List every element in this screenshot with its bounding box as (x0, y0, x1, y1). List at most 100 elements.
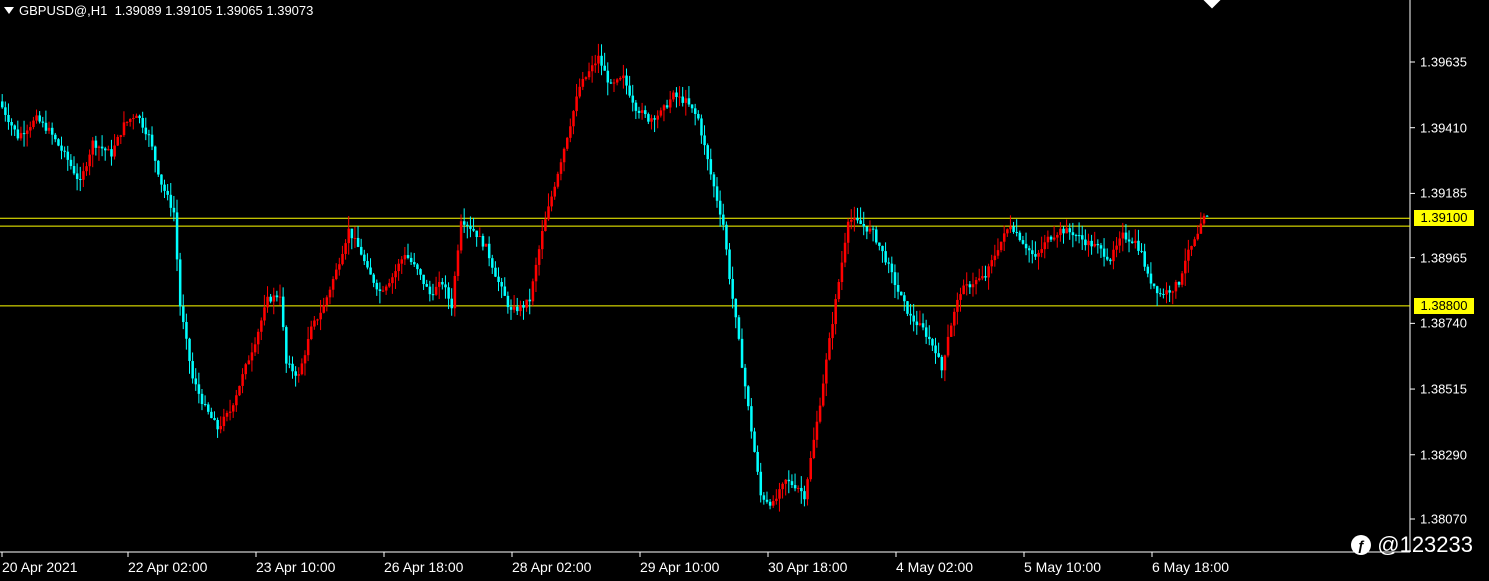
candle-bear (709, 159, 713, 175)
candle-bear (44, 122, 48, 131)
candle-bear (528, 299, 532, 302)
candle-bull (459, 221, 463, 251)
candle-bear (865, 226, 869, 232)
candle-bear (734, 298, 738, 318)
candle-bear (600, 55, 603, 66)
candle-bull (300, 363, 304, 375)
candle-bear (634, 102, 638, 111)
candle-bull (672, 92, 675, 100)
candle-bear (644, 110, 647, 115)
candle-bear (359, 246, 363, 255)
candle-bear (1099, 245, 1103, 249)
candle-bull (572, 111, 575, 127)
candle-bull (107, 149, 110, 151)
candle-bear (856, 217, 859, 221)
horizontal-line-price-label: 1.39100 (1414, 210, 1474, 227)
candle-bull (956, 299, 959, 312)
candle-bear (1012, 226, 1015, 232)
candle-bull (91, 140, 95, 155)
candle-bull (82, 171, 85, 180)
candle-bull (272, 295, 276, 302)
candle-bear (447, 287, 450, 299)
chart-menu-triangle-icon[interactable] (4, 7, 14, 15)
candle-bull (553, 186, 557, 197)
candle-bull (775, 498, 778, 502)
y-tick-label: 1.38740 (1420, 315, 1467, 331)
candle-bull (1187, 249, 1190, 261)
candle-bull (1056, 234, 1059, 238)
candle-bull (581, 78, 585, 87)
candle-bear (203, 404, 207, 406)
candle-bear (428, 286, 432, 295)
candle-bull (999, 241, 1003, 251)
candle-bear (890, 263, 894, 273)
candle-bear (369, 267, 372, 275)
candle-bear (1021, 240, 1025, 244)
candle-bull (388, 283, 391, 287)
candle-bear (1018, 232, 1022, 241)
candle-bull (397, 263, 400, 272)
candle-bull (537, 249, 541, 265)
candle-bull (978, 278, 981, 281)
candle-bear (378, 289, 382, 291)
candle-bear (431, 294, 435, 296)
y-tick-label: 1.39635 (1420, 54, 1467, 70)
candle-bull (981, 276, 984, 279)
candle-bear (413, 262, 416, 265)
candle-bull (1190, 246, 1193, 250)
candle-bear (469, 225, 472, 229)
candle-bear (1143, 251, 1146, 267)
candle-bull (850, 219, 853, 222)
candle-bear (625, 75, 628, 86)
candle-bull (313, 320, 316, 327)
candle-bear (1068, 228, 1072, 233)
candle-bull (263, 307, 266, 321)
x-tick-label: 23 Apr 10:00 (256, 559, 336, 575)
candle-bear (147, 134, 151, 136)
candle-bull (831, 324, 834, 339)
x-tick-label: 20 Apr 2021 (2, 559, 78, 575)
y-tick-label: 1.39410 (1420, 120, 1467, 136)
candle-bear (606, 70, 610, 83)
y-tick-label: 1.38070 (1420, 511, 1467, 527)
candle-bull (1052, 237, 1056, 240)
candle-bear (503, 286, 507, 296)
candle-bear (63, 150, 66, 152)
candle-bear (1027, 248, 1031, 251)
candle-bear (647, 114, 650, 122)
candle-bull (19, 133, 23, 139)
candle-bear (366, 261, 369, 268)
candle-bull (484, 243, 488, 247)
candle-bear (406, 255, 410, 258)
candle-bear (38, 115, 41, 122)
candle-bull (949, 325, 953, 337)
candle-bear (141, 118, 144, 128)
candle-bull (828, 338, 831, 360)
candle-bear (747, 386, 750, 407)
candle-bear (275, 295, 279, 298)
candle-bull (1115, 245, 1118, 250)
candle-bull (796, 487, 800, 489)
candle-bear (715, 186, 719, 201)
candle-bear (793, 485, 797, 489)
x-tick-label: 30 Apr 18:00 (768, 559, 848, 575)
candle-bear (500, 282, 503, 287)
ohlc-readout: 1.39089 1.39105 1.39065 1.39073 (114, 3, 314, 19)
candle-bull (1118, 238, 1121, 246)
chart-window[interactable]: GBPUSD@,H1 1.39089 1.39105 1.39065 1.390… (0, 0, 1489, 581)
candle-bull (1121, 232, 1125, 239)
candle-bear (881, 245, 884, 252)
candle-bull (812, 439, 816, 458)
candle-bull (225, 412, 229, 417)
y-tick-label: 1.38965 (1420, 250, 1467, 266)
candle-bear (937, 353, 940, 357)
candle-bear (871, 228, 875, 230)
candle-bear (712, 174, 716, 187)
candle-bull (322, 304, 326, 313)
brand-logo-icon: ƒ (1351, 535, 1372, 555)
watermark: ƒ @123233 (1351, 532, 1473, 558)
candle-bear (372, 274, 375, 283)
candle-bull (597, 55, 600, 64)
chart-plot[interactable] (0, 0, 1489, 581)
candle-bear (681, 96, 684, 103)
